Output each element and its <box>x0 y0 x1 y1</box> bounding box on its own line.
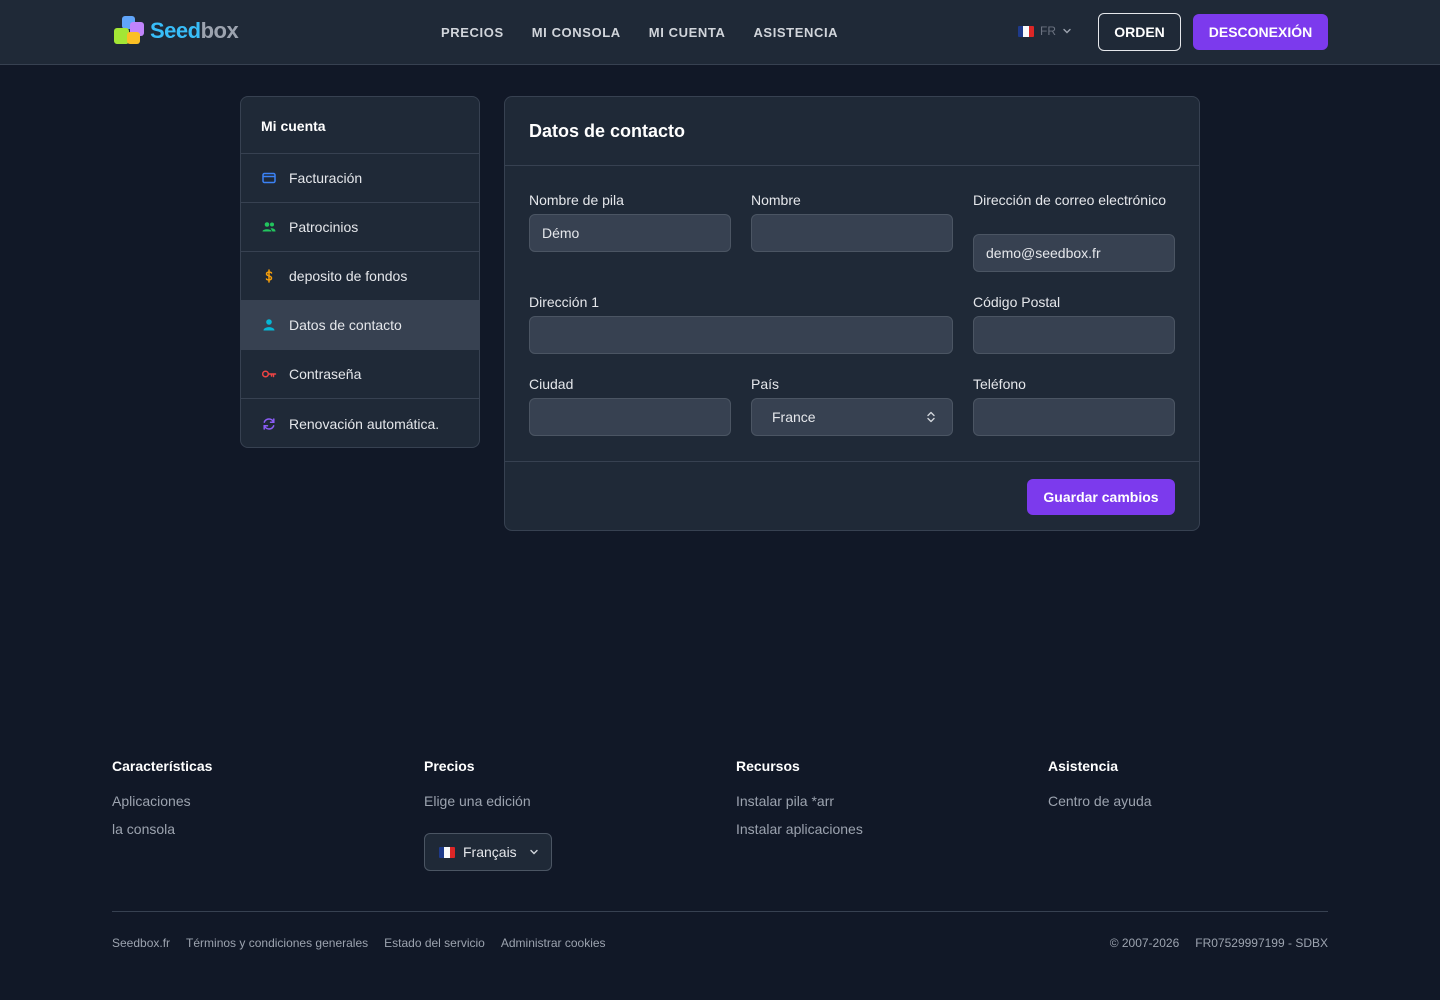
nav-console[interactable]: MI CONSOLA <box>532 25 621 40</box>
sidebar-item-billing[interactable]: Facturación <box>241 154 479 203</box>
footer-copyright: © 2007-2026 FR07529997199 - SDBX <box>1110 936 1328 950</box>
card-title: Datos de contacto <box>529 121 686 141</box>
address-label: Dirección 1 <box>529 294 600 310</box>
legal-link-home[interactable]: Seedbox.fr <box>112 936 170 950</box>
top-header: Seedbox PRECIOS MI CONSOLA MI CUENTA ASI… <box>0 0 1440 65</box>
france-flag-icon <box>1018 25 1034 37</box>
sidebar-item-label: Patrocinios <box>289 219 359 235</box>
city-input[interactable] <box>529 398 731 436</box>
address-input[interactable] <box>529 316 953 354</box>
footer-heading: Características <box>112 758 213 774</box>
footer-col-resources: Recursos Instalar pila *arr Instalar apl… <box>736 758 863 848</box>
refresh-icon <box>261 416 277 432</box>
city-label: Ciudad <box>529 376 574 392</box>
legal-link-terms[interactable]: Términos y condiciones generales <box>186 936 368 950</box>
footer-link-edition[interactable]: Elige una edición <box>424 792 531 810</box>
footer-divider <box>112 911 1328 912</box>
seedbox-logo[interactable]: Seedbox <box>114 16 239 46</box>
sidebar-item-label: Datos de contacto <box>289 317 402 333</box>
sidebar-item-auto-renewal[interactable]: Renovación automática. <box>241 399 479 447</box>
sidebar-item-deposit[interactable]: deposito de fondos <box>241 252 479 301</box>
credit-card-icon <box>261 170 277 186</box>
nav-pricing[interactable]: PRECIOS <box>441 25 504 40</box>
footer-language-label: Français <box>463 844 517 860</box>
footer-link-install-apps[interactable]: Instalar aplicaciones <box>736 820 863 838</box>
last-name-label: Nombre <box>751 192 801 208</box>
sidebar-item-label: Contraseña <box>289 366 362 382</box>
phone-input[interactable] <box>973 398 1175 436</box>
chevron-down-icon <box>1063 28 1071 34</box>
card-divider-bottom <box>505 461 1199 462</box>
nav-support[interactable]: ASISTENCIA <box>753 25 838 40</box>
company-id: FR07529997199 - SDBX <box>1195 936 1328 950</box>
main-nav: PRECIOS MI CONSOLA MI CUENTA ASISTENCIA <box>441 0 838 64</box>
email-input[interactable] <box>973 234 1175 272</box>
country-label: País <box>751 376 780 392</box>
sidebar-item-label: Renovación automática. <box>289 415 440 432</box>
order-button[interactable]: ORDEN <box>1098 13 1181 51</box>
sidebar-title: Mi cuenta <box>241 97 479 154</box>
country-select[interactable]: France <box>751 398 953 436</box>
key-icon <box>261 366 277 382</box>
postal-code-label: Código Postal <box>973 294 1061 310</box>
footer-link-console[interactable]: la consola <box>112 820 212 838</box>
logo-text-seed: Seed <box>150 18 201 43</box>
footer-col-pricing: Precios Elige una edición <box>424 758 531 820</box>
first-name-label: Nombre de pila <box>529 192 624 208</box>
dollar-icon <box>261 268 277 284</box>
footer-language-select[interactable]: Français <box>424 833 552 871</box>
email-label: Dirección de correo electrónico <box>973 192 1166 208</box>
footer-link-arr-stack[interactable]: Instalar pila *arr <box>736 792 863 810</box>
footer-col-features: Características Aplicaciones la consola <box>112 758 212 848</box>
footer-heading: Asistencia <box>1048 758 1119 774</box>
last-name-input[interactable] <box>751 214 953 252</box>
users-icon <box>261 219 277 235</box>
user-icon <box>261 317 277 333</box>
sidebar-item-label: Facturación <box>289 170 363 186</box>
legal-link-cookies[interactable]: Administrar cookies <box>501 936 606 950</box>
phone-label: Teléfono <box>973 376 1026 392</box>
language-selector[interactable]: FR <box>1018 24 1072 38</box>
logo-cubes-icon <box>114 16 148 46</box>
sidebar-item-password[interactable]: Contraseña <box>241 350 479 399</box>
sidebar-item-label: deposito de fondos <box>289 268 408 284</box>
footer-legal-links: Seedbox.fr Términos y condiciones genera… <box>112 936 606 950</box>
chevron-down-icon <box>529 849 538 855</box>
footer-link-apps[interactable]: Aplicaciones <box>112 792 212 810</box>
sidebar-item-contact[interactable]: Datos de contacto <box>241 301 479 350</box>
sidebar-item-sponsorships[interactable]: Patrocinios <box>241 203 479 252</box>
france-flag-icon <box>439 846 455 858</box>
account-sidebar: Mi cuenta Facturación Patrocinios deposi… <box>240 96 480 448</box>
logo-text-box: box <box>200 18 239 43</box>
card-divider-top <box>505 165 1199 166</box>
legal-link-status[interactable]: Estado del servicio <box>384 936 485 950</box>
first-name-input[interactable] <box>529 214 731 252</box>
footer-heading: Recursos <box>736 758 800 774</box>
nav-account[interactable]: MI CUENTA <box>649 25 726 40</box>
footer-link-help-center[interactable]: Centro de ayuda <box>1048 792 1152 810</box>
logout-button[interactable]: DESCONEXIÓN <box>1193 14 1328 50</box>
footer-col-support: Asistencia Centro de ayuda <box>1048 758 1152 820</box>
country-value: France <box>772 409 816 425</box>
contact-details-card: Datos de contacto Nombre de pila Nombre … <box>504 96 1200 531</box>
footer-heading: Precios <box>424 758 475 774</box>
save-changes-button[interactable]: Guardar cambios <box>1027 479 1175 515</box>
postal-code-input[interactable] <box>973 316 1175 354</box>
select-updown-icon <box>927 411 935 423</box>
language-code: FR <box>1040 24 1056 38</box>
copyright-text: © 2007-2026 <box>1109 936 1180 950</box>
